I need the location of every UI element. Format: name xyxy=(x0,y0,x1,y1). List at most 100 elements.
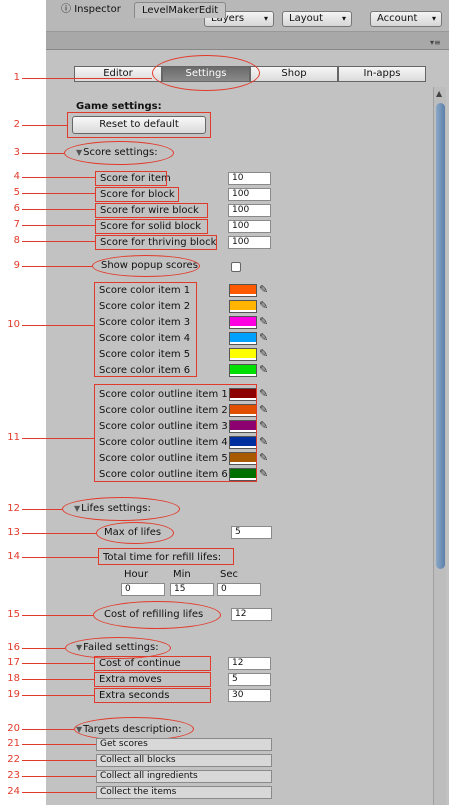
target-description-field[interactable]: Collect the items xyxy=(96,786,272,799)
color-swatch[interactable] xyxy=(229,348,257,361)
annotation-number: 21 xyxy=(7,738,20,749)
annotation-ellipse xyxy=(92,255,200,277)
target-description-field[interactable]: Collect all blocks xyxy=(96,754,272,767)
eyedropper-icon[interactable]: ✎ xyxy=(259,284,268,296)
color-swatch[interactable] xyxy=(229,284,257,297)
annotation-box xyxy=(98,548,234,565)
annotation-box xyxy=(94,282,197,377)
score-field-input[interactable]: 100 xyxy=(228,236,271,249)
layout-dropdown[interactable]: Layout ▾ xyxy=(282,11,352,27)
annotation-box xyxy=(94,384,257,482)
annotation-number: 8 xyxy=(13,235,20,246)
annotation-leader-line xyxy=(22,792,96,793)
annotation-leader-line xyxy=(22,177,95,178)
eyedropper-icon[interactable]: ✎ xyxy=(259,364,268,376)
annotation-leader-line xyxy=(22,744,96,745)
score-field-input[interactable]: 100 xyxy=(228,188,271,201)
annotation-leader-line xyxy=(22,266,92,267)
score-field-input[interactable]: 10 xyxy=(228,172,271,185)
failed-field-input[interactable]: 12 xyxy=(228,657,271,670)
vertical-scrollbar[interactable]: ▲ xyxy=(433,87,446,805)
color-alpha-bar xyxy=(230,342,256,344)
annotation-number: 18 xyxy=(7,673,20,684)
annotation-ellipse xyxy=(64,141,174,165)
color-alpha-bar xyxy=(230,310,256,312)
sec-label: Sec xyxy=(220,569,238,580)
eyedropper-icon[interactable]: ✎ xyxy=(259,332,268,344)
annotation-leader-line xyxy=(22,679,94,680)
annotation-number: 17 xyxy=(7,657,20,668)
annotation-ellipse xyxy=(96,522,174,544)
color-swatch[interactable] xyxy=(229,364,257,377)
eyedropper-icon[interactable]: ✎ xyxy=(259,388,268,400)
eyedropper-icon[interactable]: ✎ xyxy=(259,404,268,416)
eyedropper-icon[interactable]: ✎ xyxy=(259,452,268,464)
annotation-number: 20 xyxy=(7,723,20,734)
annotation-leader-line xyxy=(22,241,95,242)
annotation-leader-line xyxy=(22,663,94,664)
color-alpha-bar xyxy=(230,326,256,328)
tab-editor[interactable]: Editor xyxy=(74,66,162,82)
annotation-ellipse xyxy=(62,497,180,521)
annotation-leader-line xyxy=(22,193,95,194)
scroll-up-icon[interactable]: ▲ xyxy=(436,89,442,98)
annotation-box xyxy=(94,672,211,687)
annotation-number: 15 xyxy=(7,609,20,620)
account-label: Account xyxy=(377,13,418,24)
target-description-field[interactable]: Get scores xyxy=(96,738,272,751)
max-lifes-field[interactable]: 5 xyxy=(231,526,272,539)
hour-field[interactable]: 0 xyxy=(121,583,165,596)
annotation-number: 11 xyxy=(7,432,20,443)
eyedropper-icon[interactable]: ✎ xyxy=(259,348,268,360)
eyedropper-icon[interactable]: ✎ xyxy=(259,436,268,448)
annotation-box xyxy=(95,187,179,202)
eyedropper-icon[interactable]: ✎ xyxy=(259,316,268,328)
annotation-leader-line xyxy=(22,557,98,558)
annotation-leader-line xyxy=(22,325,94,326)
hour-label: Hour xyxy=(124,569,149,580)
account-dropdown[interactable]: Account ▾ xyxy=(370,11,442,27)
score-field-input[interactable]: 100 xyxy=(228,220,271,233)
annotation-box xyxy=(95,171,167,186)
layout-label: Layout xyxy=(289,13,323,24)
panel-tab-bar xyxy=(46,32,449,50)
scroll-thumb[interactable] xyxy=(436,103,445,569)
target-description-field[interactable]: Collect all ingredients xyxy=(96,770,272,783)
tab-levelmakeredit[interactable]: LevelMakerEdit xyxy=(134,2,227,18)
tab-in-apps[interactable]: In-apps xyxy=(338,66,426,82)
annotation-number: 2 xyxy=(13,119,20,130)
sec-field[interactable]: 0 xyxy=(217,583,261,596)
annotation-leader-line xyxy=(22,225,95,226)
color-swatch[interactable] xyxy=(229,316,257,329)
refill-cost-field[interactable]: 12 xyxy=(231,608,272,621)
annotation-leader-line xyxy=(22,776,96,777)
show-popup-scores-checkbox[interactable] xyxy=(231,262,241,272)
color-alpha-bar xyxy=(230,374,256,376)
info-icon: ⓘ xyxy=(61,4,71,15)
failed-field-input[interactable]: 5 xyxy=(228,673,271,686)
min-label: Min xyxy=(173,569,191,580)
min-field[interactable]: 15 xyxy=(170,583,214,596)
annotation-box xyxy=(95,235,217,250)
annotation-box xyxy=(67,112,211,138)
annotation-leader-line xyxy=(22,695,94,696)
color-swatch[interactable] xyxy=(229,300,257,313)
annotation-leader-line xyxy=(22,533,96,534)
annotation-number: 12 xyxy=(7,503,20,514)
tab-inspector[interactable]: ⓘ Inspector xyxy=(54,2,128,18)
color-swatch[interactable] xyxy=(229,332,257,345)
annotation-number: 23 xyxy=(7,770,20,781)
annotation-leader-line xyxy=(22,438,94,439)
annotation-number: 19 xyxy=(7,689,20,700)
tab-shop[interactable]: Shop xyxy=(250,66,338,82)
failed-field-input[interactable]: 30 xyxy=(228,689,271,702)
eyedropper-icon[interactable]: ✎ xyxy=(259,300,268,312)
chevron-down-icon: ▾ xyxy=(341,14,346,23)
panel-menu-icon[interactable]: ▾≡ xyxy=(430,38,441,47)
annotation-number: 22 xyxy=(7,754,20,765)
score-field-input[interactable]: 100 xyxy=(228,204,271,217)
annotation-number: 10 xyxy=(7,319,20,330)
eyedropper-icon[interactable]: ✎ xyxy=(259,468,268,480)
eyedropper-icon[interactable]: ✎ xyxy=(259,420,268,432)
annotation-leader-line xyxy=(22,648,65,649)
